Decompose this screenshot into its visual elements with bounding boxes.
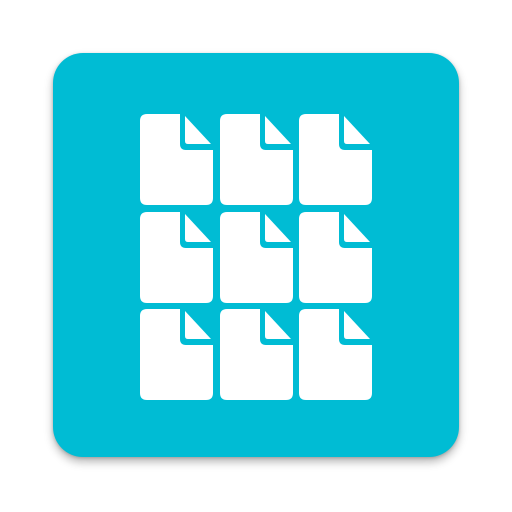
- document-icon: [219, 114, 293, 205]
- document-icon: [219, 211, 293, 303]
- document-icon: [299, 309, 372, 400]
- app-icon-canvas: [0, 0, 512, 512]
- document-icon: [299, 211, 372, 303]
- document-icon: [299, 114, 372, 205]
- document-icon: [140, 211, 213, 303]
- document-icon: [140, 114, 213, 205]
- document-grid-icon: [140, 114, 372, 400]
- document-icon: [140, 309, 213, 400]
- document-icon: [219, 309, 293, 400]
